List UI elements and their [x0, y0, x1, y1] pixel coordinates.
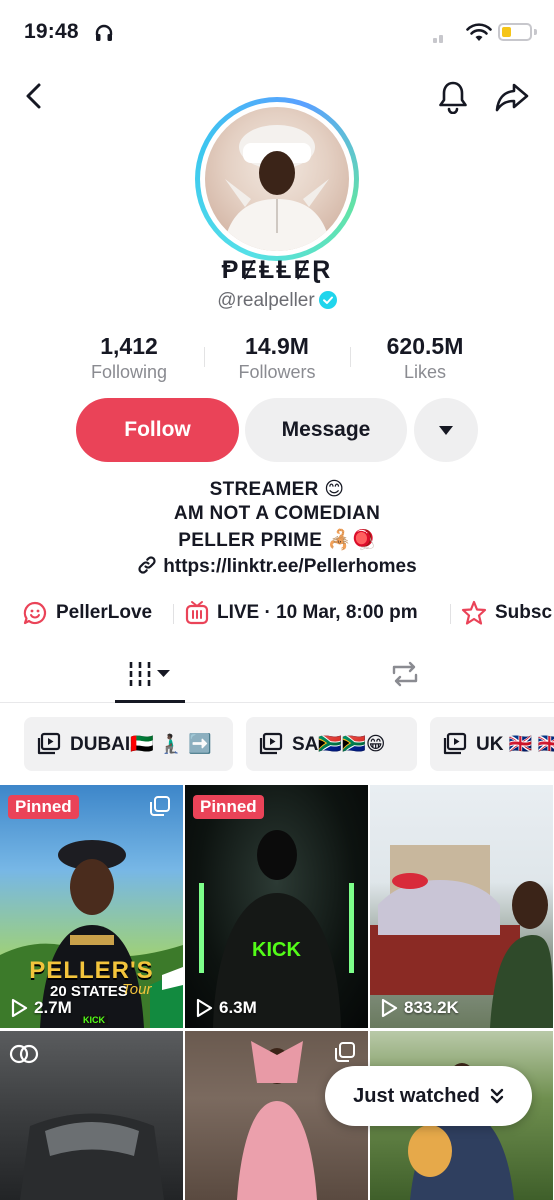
view-count-value: 833.2K	[404, 998, 459, 1017]
hoodie-figure-icon	[199, 830, 354, 1028]
playlist-icon	[259, 732, 283, 755]
bio-link[interactable]: https://linktr.ee/Pellerhomes	[0, 555, 554, 578]
chip-subscribe-label: Subsc	[495, 602, 553, 623]
battery-icon	[498, 23, 532, 41]
followers-label: Followers	[238, 362, 316, 382]
poster-kick-tag: KICK	[80, 1015, 108, 1025]
bio-link-text: https://linktr.ee/Pellerhomes	[163, 556, 417, 577]
chip-live[interactable]: LIVE · 10 Mar, 8:00 pm	[185, 598, 418, 628]
display-name: ⱣɆⱠⱠɆⱤ	[221, 256, 333, 284]
chip-pellerlove[interactable]: PellerLove	[22, 598, 152, 628]
back-arrow-icon[interactable]	[18, 80, 50, 112]
video-grid-icon	[129, 661, 170, 686]
playlist-sa[interactable]: SA🇿🇦🇿🇦😁	[246, 717, 417, 771]
chip-pellerlove-label: PellerLove	[56, 602, 153, 623]
chip-live-label: LIVE · 10 Mar, 8:00 pm	[217, 602, 418, 623]
stat-likes[interactable]: 620.5M Likes	[370, 333, 480, 383]
status-bar: 19:48	[0, 0, 554, 64]
stat-followers[interactable]: 14.9M Followers	[222, 333, 332, 383]
username-row: @realpeller	[0, 290, 554, 312]
tab-indicator	[115, 700, 185, 703]
just-watched-button[interactable]: Just watched	[325, 1066, 532, 1126]
tab-videos[interactable]	[115, 645, 185, 702]
view-count-value: 6.3M	[219, 998, 257, 1017]
avatar-ring[interactable]	[195, 97, 359, 261]
content-tab-bar	[0, 645, 554, 703]
smile-bubble-icon	[23, 601, 47, 625]
wifi-icon	[466, 23, 492, 41]
playlist-dubai[interactable]: DUBAI🇦🇪 🧎🏿‍♂️ ➡️	[24, 717, 233, 771]
bio-line-3: PELLER PRIME 🦂🪀	[178, 530, 376, 551]
playlist-dubai-label: DUBAI🇦🇪 🧎🏿‍♂️ ➡️	[70, 734, 212, 755]
tab-reposts[interactable]	[370, 645, 440, 702]
view-count: 833.2K	[380, 998, 459, 1018]
more-options-button[interactable]	[414, 398, 478, 462]
chip-subscribe[interactable]: Subsc	[461, 598, 552, 628]
play-outline-icon	[196, 998, 213, 1018]
avatar-portrait-icon	[223, 125, 331, 251]
stat-following[interactable]: 1,412 Following	[79, 333, 179, 383]
poster-tour: Tour	[122, 981, 152, 998]
playlist-uk[interactable]: UK 🇬🇧 🇬🇧	[430, 717, 554, 771]
playlist-row: DUBAI🇦🇪 🧎🏿‍♂️ ➡️ SA🇿🇦🇿🇦😁 UK 🇬🇧 🇬🇧	[0, 717, 554, 771]
bio-line-1: STREAMER 😊	[209, 479, 345, 500]
car-scene-icon	[370, 845, 553, 1028]
headphones-icon	[95, 24, 113, 41]
play-outline-icon	[11, 998, 28, 1018]
poster-title: PELLER'S	[29, 957, 154, 984]
view-count-value: 2.7M	[34, 998, 72, 1017]
avatar	[205, 107, 349, 251]
pinned-badge: Pinned	[193, 795, 264, 819]
video-thumbnail-2[interactable]: KICK Pinned 6.3M	[185, 785, 368, 1028]
playlist-icon	[37, 732, 61, 755]
following-count: 1,412	[100, 333, 158, 359]
playlist-sa-label: SA🇿🇦🇿🇦😁	[292, 734, 386, 755]
playlist-uk-label: UK 🇬🇧 🇬🇧	[476, 734, 554, 755]
bell-icon[interactable]	[436, 80, 470, 114]
message-button[interactable]: Message	[245, 398, 407, 462]
followers-count: 14.9M	[245, 333, 309, 359]
star-icon	[461, 600, 487, 625]
caret-down-icon	[439, 426, 453, 435]
playlist-icon	[443, 732, 467, 755]
status-time: 19:48	[24, 20, 79, 43]
verified-badge-icon	[318, 291, 337, 309]
live-tv-icon	[185, 601, 209, 625]
share-icon[interactable]	[494, 80, 530, 114]
double-chevron-down-icon	[490, 1088, 504, 1104]
photo-carousel-icon	[335, 1042, 355, 1062]
likes-label: Likes	[403, 362, 447, 382]
view-count: 6.3M	[195, 998, 257, 1018]
pinned-badge: Pinned	[8, 795, 79, 819]
play-outline-icon	[381, 998, 398, 1018]
hoodie-kick-text: KICK	[252, 939, 301, 961]
video-thumbnail-4[interactable]	[0, 1031, 183, 1200]
collab-icon	[9, 1044, 39, 1064]
bio-line-2: AM NOT A COMEDIAN	[173, 503, 381, 524]
repost-icon	[392, 661, 418, 686]
likes-count: 620.5M	[386, 333, 464, 359]
link-icon	[138, 556, 156, 574]
username: @realpeller	[217, 290, 315, 311]
follow-button[interactable]: Follow	[76, 398, 239, 462]
following-label: Following	[90, 362, 168, 382]
profile-chips: PellerLove LIVE · 10 Mar, 8:00 pm Subsc	[0, 598, 554, 628]
video-thumbnail-3[interactable]: 833.2K	[370, 785, 553, 1028]
photo-carousel-icon	[150, 796, 170, 816]
video-thumbnail-1[interactable]: PELLER'S 20 STATES Tour KICK Pinned 2.7M	[0, 785, 183, 1028]
just-watched-label: Just watched	[353, 1084, 480, 1107]
cellular-signal-icon	[433, 35, 443, 43]
view-count: 2.7M	[10, 998, 72, 1018]
